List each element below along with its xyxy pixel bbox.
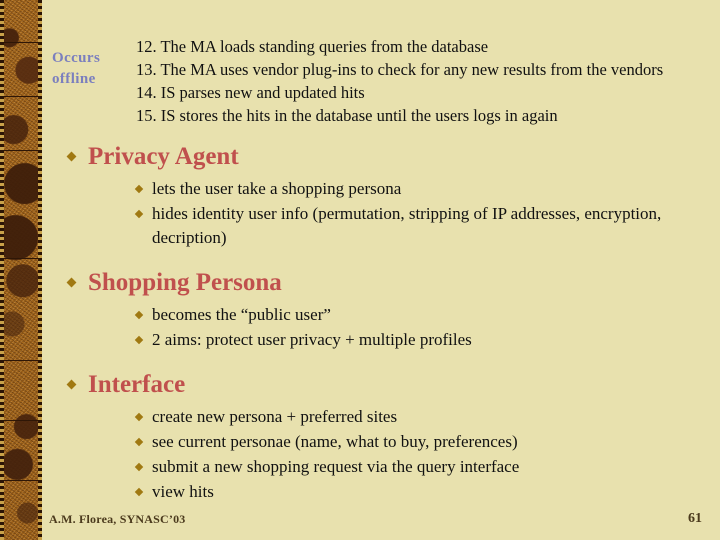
diamond-bullet-icon — [134, 209, 144, 219]
bullet-item: lets the user take a shopping persona — [0, 177, 720, 201]
section-title: Interface — [88, 371, 186, 398]
diamond-bullet-icon — [66, 277, 77, 288]
bullet-text: view hits — [152, 482, 214, 501]
section-title: Shopping Persona — [88, 269, 282, 296]
bullet-item: 2 aims: protect user privacy + multiple … — [0, 328, 720, 352]
numbered-step: 14. IS parses new and updated hits — [136, 83, 365, 102]
section-heading-shopping-persona: Shopping Persona — [0, 266, 720, 299]
occurs-offline-line-2: offline — [52, 71, 96, 87]
bullet-item: see current personae (name, what to buy,… — [0, 430, 720, 454]
bullet-text: see current personae (name, what to buy,… — [152, 432, 518, 451]
bullet-text: 2 aims: protect user privacy + multiple … — [152, 330, 472, 349]
bullet-item: hides identity user info (permutation, s… — [0, 202, 720, 250]
diamond-bullet-icon — [134, 437, 144, 447]
section-title: Privacy Agent — [88, 143, 239, 170]
bullet-item: create new persona + preferred sites — [0, 405, 720, 429]
sidebar-divider — [3, 96, 39, 97]
slide-body: Privacy Agent lets the user take a shopp… — [0, 140, 720, 505]
numbered-step: 13. The MA uses vendor plug-ins to check… — [136, 60, 664, 79]
bullet-text: lets the user take a shopping persona — [152, 179, 402, 198]
diamond-bullet-icon — [66, 379, 77, 390]
diamond-bullet-icon — [134, 412, 144, 422]
page-number: 61 — [688, 511, 702, 526]
diamond-bullet-icon — [134, 310, 144, 320]
bullet-item: becomes the “public user” — [0, 303, 720, 327]
footer-credit: A.M. Florea, SYNASC’03 — [49, 512, 186, 526]
section-heading-interface: Interface — [0, 368, 720, 401]
occurs-offline-label: Occurs offline — [52, 48, 128, 90]
bullet-text: becomes the “public user” — [152, 305, 331, 324]
section-heading-privacy-agent: Privacy Agent — [0, 140, 720, 173]
numbered-step-list: 12. The MA loads standing queries from t… — [136, 35, 720, 127]
bullet-item: view hits — [0, 480, 720, 504]
occurs-offline-line-1: Occurs — [52, 50, 101, 66]
diamond-bullet-icon — [134, 184, 144, 194]
numbered-step: 12. The MA loads standing queries from t… — [136, 37, 489, 56]
diamond-bullet-icon — [134, 335, 144, 345]
bullet-text: create new persona + preferred sites — [152, 407, 398, 426]
bullet-text: hides identity user info (permutation, s… — [152, 204, 662, 247]
bullet-item: submit a new shopping request via the qu… — [0, 455, 720, 479]
diamond-bullet-icon — [134, 462, 144, 472]
sidebar-divider — [3, 42, 39, 43]
numbered-step: 15. IS stores the hits in the database u… — [136, 106, 558, 125]
bullet-text: submit a new shopping request via the qu… — [152, 457, 520, 476]
diamond-bullet-icon — [66, 151, 77, 162]
presentation-slide: Occurs offline 12. The MA loads standing… — [0, 0, 720, 540]
diamond-bullet-icon — [134, 487, 144, 497]
